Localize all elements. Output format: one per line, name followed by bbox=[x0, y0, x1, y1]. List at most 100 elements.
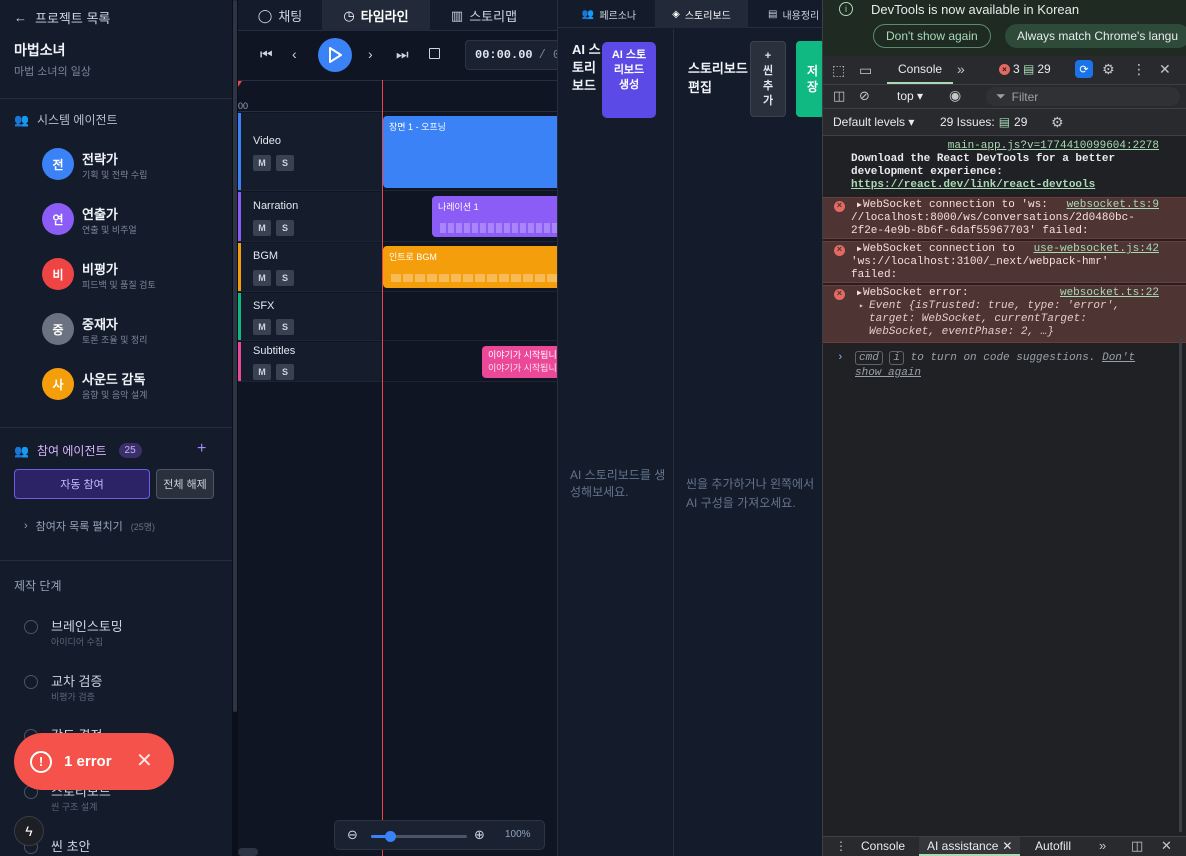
scrollbar-thumb[interactable] bbox=[233, 0, 237, 712]
add-scene-button[interactable]: + 씬 추가 bbox=[750, 41, 786, 117]
close-icon[interactable]: ✕ bbox=[136, 748, 153, 773]
source-link[interactable]: websocket.ts:9 bbox=[1067, 199, 1159, 212]
agent-item-director[interactable]: 연 연출가 연출 및 비주얼 bbox=[42, 203, 222, 243]
stage-item-cross-check[interactable]: 교차 검증 비평가 검증 bbox=[24, 671, 224, 707]
sync-icon[interactable]: ⟳ bbox=[1075, 60, 1093, 78]
source-link[interactable]: websocket.ts:22 bbox=[1060, 287, 1159, 300]
subtitle-clip[interactable]: 이야기가 시작됩니다 이야기가 시작됩니다 bbox=[482, 346, 557, 378]
stage-item-scene-draft[interactable]: 씬 초안 bbox=[24, 836, 224, 856]
expand-arrow-icon[interactable]: ▶ bbox=[857, 199, 862, 212]
devtools-scrollbar[interactable] bbox=[1179, 338, 1182, 832]
context-selector[interactable]: top ▾ bbox=[897, 89, 923, 103]
device-toggle-icon[interactable]: ▭ bbox=[859, 62, 872, 79]
storyboard-panel: 👥 페르소나 ◈ 스토리보드 ▤ 내용정리 AI 스토리보드 AI 스토리보드 생성 … bbox=[557, 0, 822, 856]
zoom-in-icon[interactable]: ⊕ bbox=[474, 827, 485, 843]
solo-button[interactable]: S bbox=[276, 220, 294, 236]
horizontal-scrollbar[interactable] bbox=[238, 848, 258, 856]
tab-label: 스토리보드 bbox=[684, 10, 731, 22]
tab-summary[interactable]: ▤ 내용정리 bbox=[768, 0, 822, 28]
mute-button[interactable]: M bbox=[253, 155, 271, 171]
more-vertical-icon[interactable]: ⋮ bbox=[835, 839, 847, 853]
issues-link[interactable]: 29 Issues: ▤ 29 bbox=[940, 115, 1027, 129]
play-button[interactable] bbox=[318, 38, 352, 72]
zoom-slider-thumb[interactable] bbox=[385, 831, 397, 842]
agent-item-mediator[interactable]: 중 중재자 토론 조율 및 정리 bbox=[42, 313, 222, 353]
bgm-clip[interactable]: 인트로 BGM bbox=[383, 246, 557, 288]
stage-item-brainstorm[interactable]: 브레인스토밍 아이디어 수집 bbox=[24, 616, 224, 652]
eye-icon[interactable]: ◉ bbox=[949, 87, 961, 104]
mute-button[interactable]: M bbox=[253, 319, 271, 335]
expand-participants-toggle[interactable]: › 참여자 목록 펼치기 (25명) bbox=[24, 518, 155, 534]
console-filter-input[interactable]: ⏷ Filter bbox=[986, 87, 1180, 106]
inspect-element-icon[interactable]: ⬚ bbox=[832, 62, 845, 79]
zoom-out-icon[interactable]: ⊖ bbox=[347, 827, 358, 843]
dock-side-icon[interactable]: ◫ bbox=[1131, 838, 1143, 854]
solo-button[interactable]: S bbox=[276, 155, 294, 171]
step-back-icon[interactable]: ‹ bbox=[292, 46, 297, 62]
more-vertical-icon[interactable]: ⋮ bbox=[1132, 61, 1146, 78]
expand-arrow-icon[interactable]: ▶ bbox=[857, 243, 862, 256]
tab-console[interactable]: Console bbox=[887, 56, 954, 84]
console-settings-gear-icon[interactable]: ⚙ bbox=[1051, 114, 1064, 131]
tab-persona[interactable]: 👥 페르소나 bbox=[564, 0, 654, 28]
mute-button[interactable]: M bbox=[253, 220, 271, 236]
drawer-tab-autofill[interactable]: Autofill bbox=[1035, 837, 1071, 856]
agent-item-critic[interactable]: 비 비평가 피드백 및 품질 검토 bbox=[42, 258, 222, 298]
drawer-tab-ai-assistance[interactable]: AI assistance ✕ bbox=[919, 837, 1021, 856]
add-participant-plus-icon[interactable]: + bbox=[197, 440, 206, 458]
tab-chat[interactable]: ◯ 채팅 bbox=[238, 0, 322, 31]
save-button[interactable]: 저장 bbox=[796, 41, 822, 117]
tab-storyboard[interactable]: ◈ 스토리보드 bbox=[655, 0, 748, 28]
ai-generate-button[interactable]: AI 스토리보드 생성 bbox=[602, 42, 656, 118]
agent-item-strategist[interactable]: 전 전략가 기획 및 전략 수립 bbox=[42, 148, 222, 188]
mute-button[interactable]: M bbox=[253, 270, 271, 286]
dont-show-again-button[interactable]: Don't show again bbox=[873, 24, 991, 48]
close-drawer-icon[interactable]: ✕ bbox=[1161, 838, 1172, 854]
more-tabs-icon[interactable]: » bbox=[957, 61, 965, 77]
levels-dropdown[interactable]: Default levels ▾ bbox=[833, 115, 914, 129]
skip-end-icon[interactable]: ⏭ bbox=[396, 46, 409, 63]
step-forward-icon[interactable]: › bbox=[368, 46, 373, 62]
agent-item-sound-director[interactable]: 사 사운드 감독 음향 및 음악 설계 bbox=[42, 368, 222, 408]
solo-button[interactable]: S bbox=[276, 270, 294, 286]
warning-count-badge[interactable]: ▤ 29 bbox=[1023, 62, 1051, 76]
time-ruler[interactable]: 00 bbox=[238, 80, 557, 112]
source-link[interactable]: main-app.js?v=1774410099604:2278 bbox=[948, 140, 1159, 152]
error-count-badge[interactable]: × 3 bbox=[999, 62, 1020, 76]
zoom-slider[interactable] bbox=[371, 831, 467, 842]
settings-gear-icon[interactable]: ⚙ bbox=[1102, 61, 1115, 78]
solo-button[interactable]: S bbox=[276, 364, 294, 380]
nextjs-dev-indicator[interactable]: ϟ bbox=[14, 816, 44, 846]
expand-arrow-icon[interactable]: ▶ bbox=[857, 287, 862, 300]
clip-label: 장면 1 - 오프닝 bbox=[389, 122, 446, 132]
back-to-projects-link[interactable]: ← 프로젝트 목록 bbox=[14, 8, 110, 27]
message-source[interactable]: main-app.js?v=1774410099604:2278 bbox=[851, 140, 1159, 153]
more-tabs-icon[interactable]: » bbox=[1099, 838, 1106, 853]
skip-start-icon[interactable]: ⏮ bbox=[260, 46, 273, 63]
close-icon[interactable]: ✕ bbox=[1002, 839, 1012, 853]
auto-join-button[interactable]: 자동 참여 bbox=[14, 469, 150, 499]
solo-button[interactable]: S bbox=[276, 319, 294, 335]
tab-timeline[interactable]: ◷ 타임라인 bbox=[322, 0, 430, 31]
playhead[interactable] bbox=[382, 80, 383, 856]
video-clip[interactable]: 장면 1 - 오프닝 bbox=[383, 116, 557, 188]
devtools-link[interactable]: https://react.dev/link/react-devtools bbox=[851, 179, 1095, 191]
event-object[interactable]: ▸ Event {isTrusted: true, type: 'error', … bbox=[851, 300, 1159, 339]
clear-all-button[interactable]: 전체 해제 bbox=[156, 469, 214, 499]
clear-console-icon[interactable]: ⊘ bbox=[859, 88, 870, 104]
track-narration: Narration M S 나레이션 1 bbox=[238, 192, 557, 242]
agent-desc: 피드백 및 품질 검토 bbox=[82, 280, 156, 290]
console-prompt[interactable]: › cmd i to turn on code suggestions. Don… bbox=[823, 351, 1186, 381]
tab-storymap[interactable]: ▥ 스토리맵 bbox=[434, 0, 534, 31]
mute-button[interactable]: M bbox=[253, 364, 271, 380]
close-icon[interactable]: ✕ bbox=[1159, 61, 1171, 78]
drawer-tab-console[interactable]: Console bbox=[851, 837, 915, 856]
narration-clip[interactable]: 나레이션 1 bbox=[432, 196, 557, 237]
always-match-language-button[interactable]: Always match Chrome's langu bbox=[1005, 24, 1186, 48]
error-toast[interactable]: ! 1 error ✕ bbox=[14, 733, 174, 790]
sidebar-toggle-icon[interactable]: ◫ bbox=[833, 88, 845, 104]
source-link[interactable]: use-websocket.js:42 bbox=[1034, 243, 1159, 256]
track-name: Subtitles bbox=[253, 345, 296, 357]
stop-icon[interactable] bbox=[429, 48, 440, 59]
track-name: SFX bbox=[253, 300, 275, 312]
